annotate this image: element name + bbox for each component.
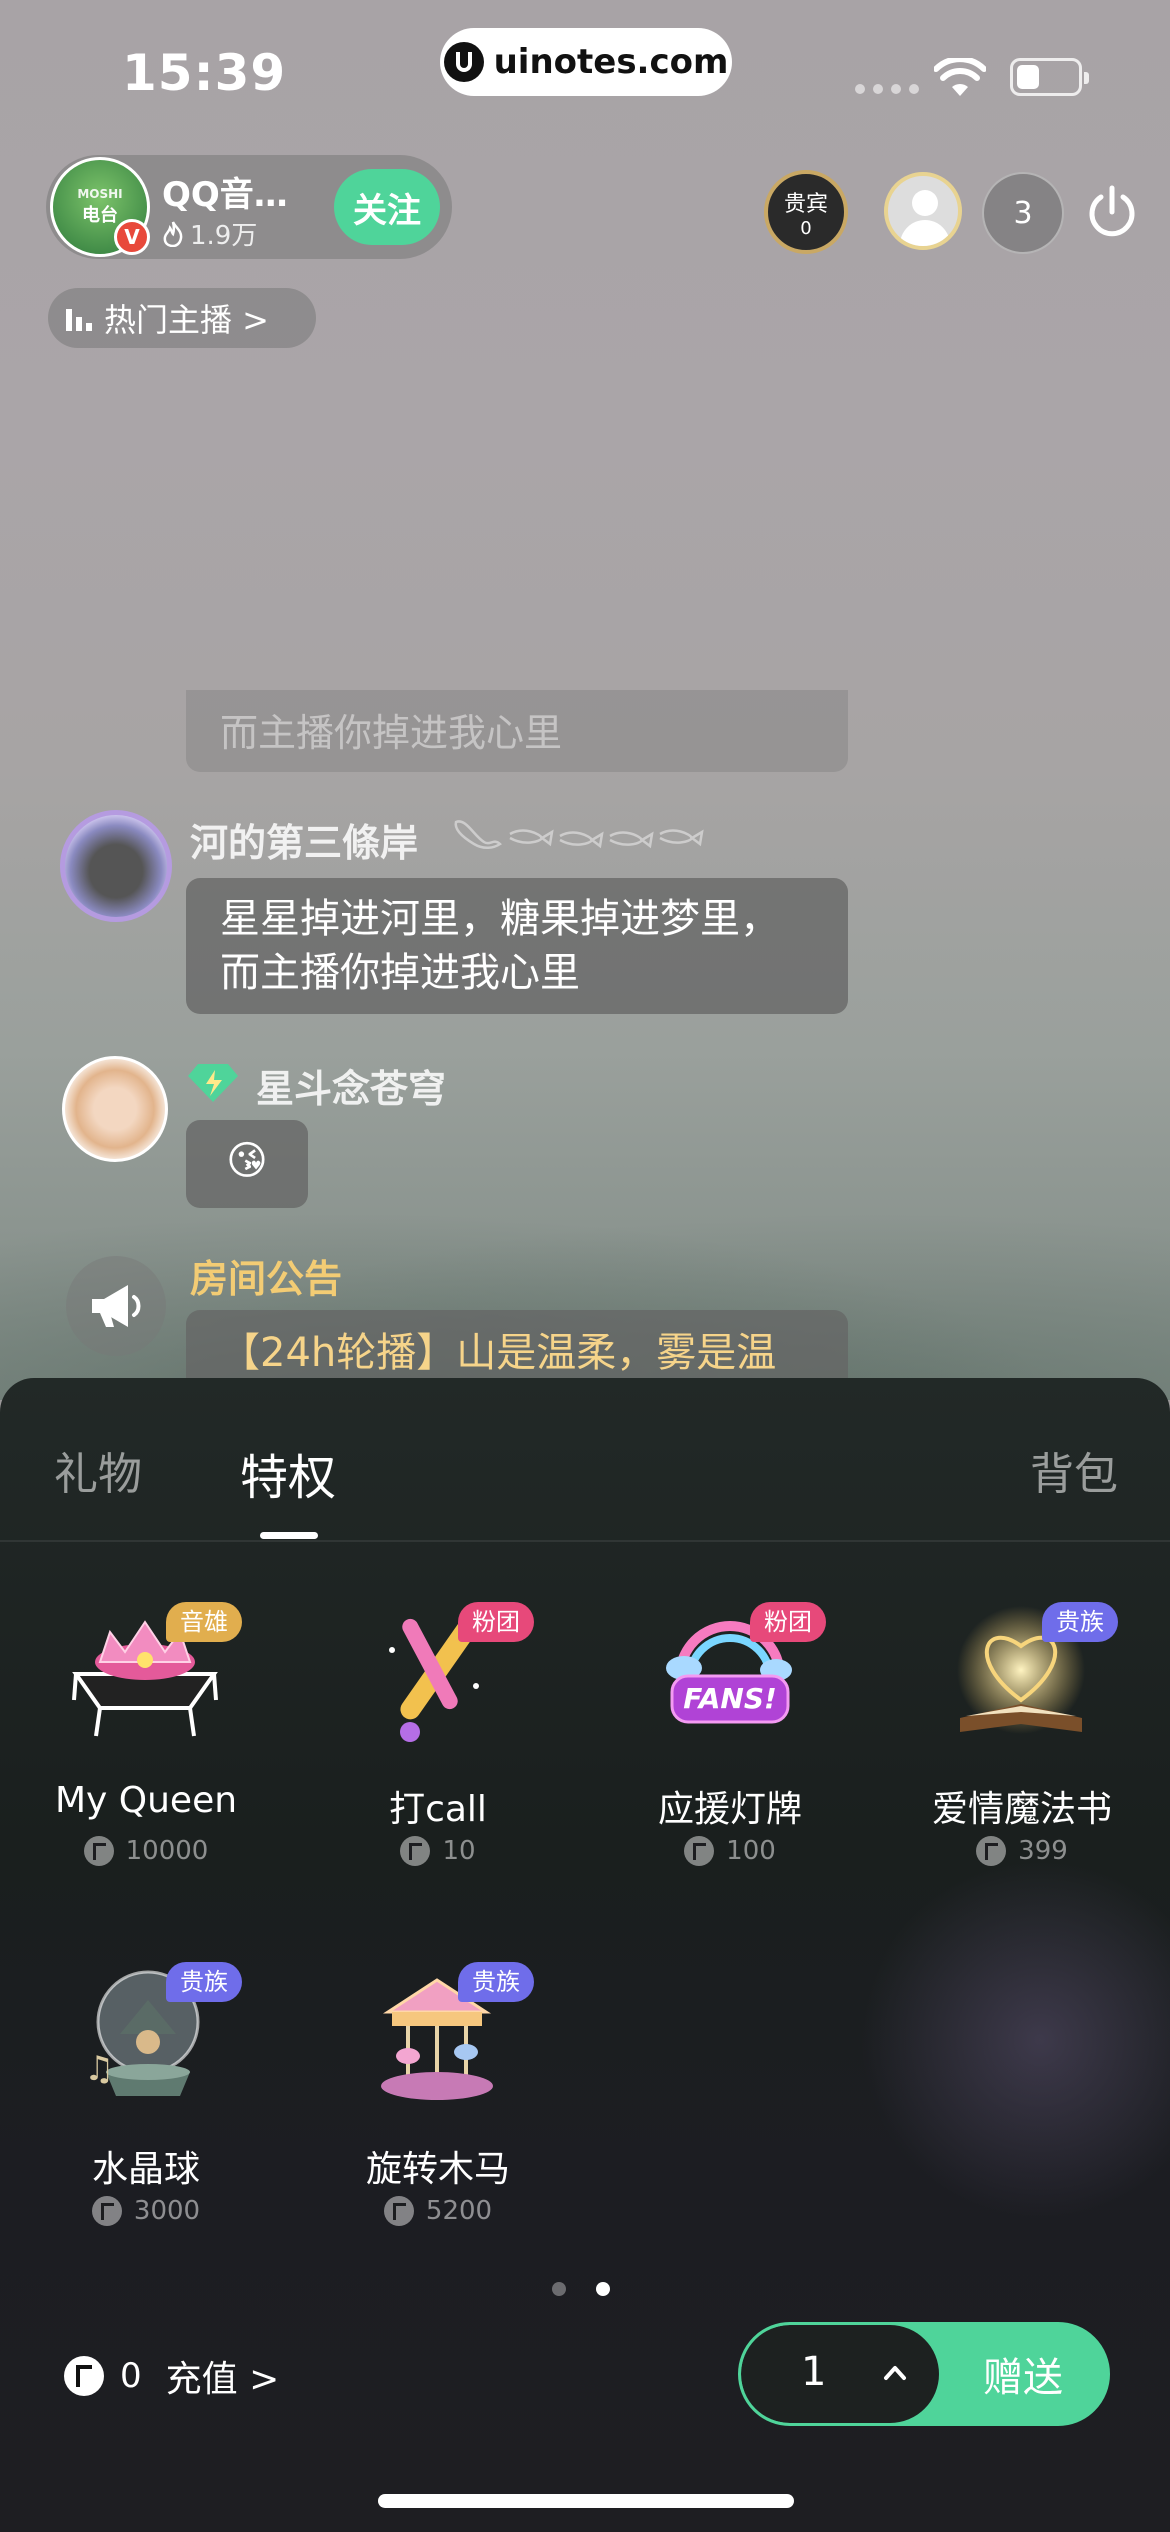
- host-popularity: 1.9万: [162, 215, 257, 252]
- coin-icon: [64, 2356, 104, 2396]
- balance-area[interactable]: 0 充值 >: [64, 2350, 279, 2402]
- chat-emoji-bubble: 😘: [186, 1120, 308, 1208]
- gift-item-fans-sign[interactable]: FANS! 粉团 应援灯牌 100: [584, 1600, 876, 1900]
- gift-name: 打call: [389, 1789, 487, 1830]
- chat-username[interactable]: 河的第三條岸: [190, 812, 418, 867]
- chat-avatar[interactable]: [60, 810, 172, 922]
- gift-tag: 粉团: [458, 1602, 534, 1642]
- gift-price: 10000: [0, 1836, 292, 1866]
- verified-badge: V: [114, 219, 150, 255]
- gift-price-value: 100: [726, 1836, 776, 1866]
- gift-price-value: 399: [1018, 1836, 1068, 1866]
- power-icon[interactable]: [1084, 184, 1140, 240]
- chat-message-line: 星星掉进河里，糖果掉进梦里，: [220, 896, 780, 942]
- tab-gift[interactable]: 礼物: [54, 1438, 142, 1502]
- quantity-value: 1: [801, 2349, 827, 2395]
- gift-price: 3000: [0, 2196, 292, 2226]
- quantity-selector[interactable]: 1: [741, 2325, 939, 2423]
- announcement-text: 【24h轮播】山是温柔，雾是温: [186, 1310, 848, 1380]
- wifi-icon: [934, 58, 986, 96]
- chat-message-line: 而主播你掉进我心里: [220, 950, 580, 996]
- recharge-link[interactable]: 充值 >: [166, 2350, 280, 2402]
- gift-price-value: 10: [442, 1836, 476, 1866]
- host-name: QQ音…: [162, 175, 288, 215]
- gift-item-crystal-ball[interactable]: ♫ 贵族 水晶球 3000: [0, 1960, 292, 2260]
- chat-message-faded: 而主播你掉进我心里: [186, 690, 848, 772]
- chat-avatar[interactable]: [62, 1056, 168, 1162]
- audience-avatar[interactable]: [884, 172, 962, 250]
- url-pill: uinotes.com: [440, 28, 732, 96]
- viewer-count[interactable]: 3: [982, 172, 1064, 254]
- gift-item-call[interactable]: 粉团 打call 10: [292, 1600, 584, 1900]
- gift-price: 399: [876, 1836, 1168, 1866]
- fans-sign-text: FANS!: [683, 1682, 777, 1715]
- chat-username[interactable]: 星斗念苍穹: [256, 1058, 446, 1113]
- coin-icon: [91, 2196, 122, 2226]
- gift-item-magic-book[interactable]: 贵族 爱情魔法书 399: [876, 1600, 1168, 1900]
- gift-price: 5200: [292, 2196, 584, 2226]
- status-time: 15:39: [122, 44, 287, 102]
- gift-name: My Queen: [54, 1780, 238, 1821]
- balance-value: 0: [120, 2356, 142, 2396]
- coin-icon: [83, 1836, 114, 1866]
- tab-backpack[interactable]: 背包: [1030, 1438, 1118, 1502]
- coin-icon: [684, 1836, 715, 1866]
- megaphone-icon: [92, 1285, 141, 1327]
- page-dot[interactable]: [552, 2282, 566, 2296]
- announcement-avatar: [66, 1256, 166, 1356]
- gift-tag: 贵族: [166, 1962, 242, 2002]
- gift-price-value: 5200: [425, 2196, 493, 2226]
- gift-item-my-queen[interactable]: 音雄 My Queen 10000: [0, 1600, 292, 1900]
- vip-guest-badge[interactable]: 贵宾 0: [764, 170, 848, 254]
- host-avatar-text: 电台: [82, 205, 118, 226]
- url-text: uinotes.com: [493, 42, 729, 82]
- gift-price-value: 3000: [133, 2196, 201, 2226]
- chevron-up-icon[interactable]: [881, 2359, 909, 2387]
- hot-hosts-button[interactable]: 热门主播 >: [48, 288, 316, 348]
- signal-icon: [855, 84, 919, 94]
- tab-divider: [0, 1540, 1170, 1542]
- announcement-title: 房间公告: [190, 1257, 343, 1301]
- tab-privilege[interactable]: 特权: [240, 1438, 336, 1508]
- fish-decoration-icon: [454, 820, 704, 849]
- follow-button[interactable]: 关注: [334, 169, 440, 245]
- page-dot-active[interactable]: [596, 2282, 610, 2296]
- send-control: 1 赠送: [738, 2322, 1110, 2426]
- coin-icon: [383, 2196, 414, 2226]
- coin-icon: [400, 1836, 431, 1866]
- host-fans-count: 1.9万: [190, 221, 258, 251]
- gift-tag: 音雄: [166, 1602, 242, 1642]
- gift-tag: 贵族: [1042, 1602, 1118, 1642]
- music-note-icon: ♫: [84, 2049, 114, 2089]
- gift-tag: 粉团: [750, 1602, 826, 1642]
- gift-name: 应援灯牌: [657, 1789, 802, 1830]
- home-indicator[interactable]: [378, 2494, 794, 2508]
- battery-icon: [1010, 58, 1089, 96]
- vip-label: 贵宾: [783, 191, 828, 217]
- page-indicator: [552, 2282, 610, 2296]
- site-logo-icon: [443, 42, 484, 82]
- hot-hosts-label: 热门主播 >: [104, 301, 269, 339]
- gift-price: 100: [584, 1836, 876, 1866]
- chat-message-bubble: 星星掉进河里，糖果掉进梦里， 而主播你掉进我心里: [186, 878, 848, 1014]
- diamond-level-icon: [188, 1064, 238, 1102]
- active-tab-indicator: [260, 1532, 318, 1539]
- gift-tag: 贵族: [458, 1962, 534, 2002]
- gift-price: 10: [292, 1836, 584, 1866]
- chart-bars-icon: [66, 305, 92, 331]
- gift-name: 旋转木马: [365, 2149, 510, 2190]
- gift-price-value: 10000: [125, 1836, 209, 1866]
- coin-icon: [976, 1836, 1007, 1866]
- gift-name: 水晶球: [91, 2149, 200, 2190]
- host-info-pill[interactable]: MOSHI 电台 V QQ音… 1.9万 关注: [46, 155, 452, 259]
- flame-icon: [163, 220, 183, 247]
- send-gift-button[interactable]: 赠送: [939, 2325, 1107, 2423]
- vip-count: 0: [800, 217, 812, 239]
- gift-name: 爱情魔法书: [931, 1789, 1112, 1830]
- gift-item-carousel[interactable]: 贵族 旋转木马 5200: [292, 1960, 584, 2260]
